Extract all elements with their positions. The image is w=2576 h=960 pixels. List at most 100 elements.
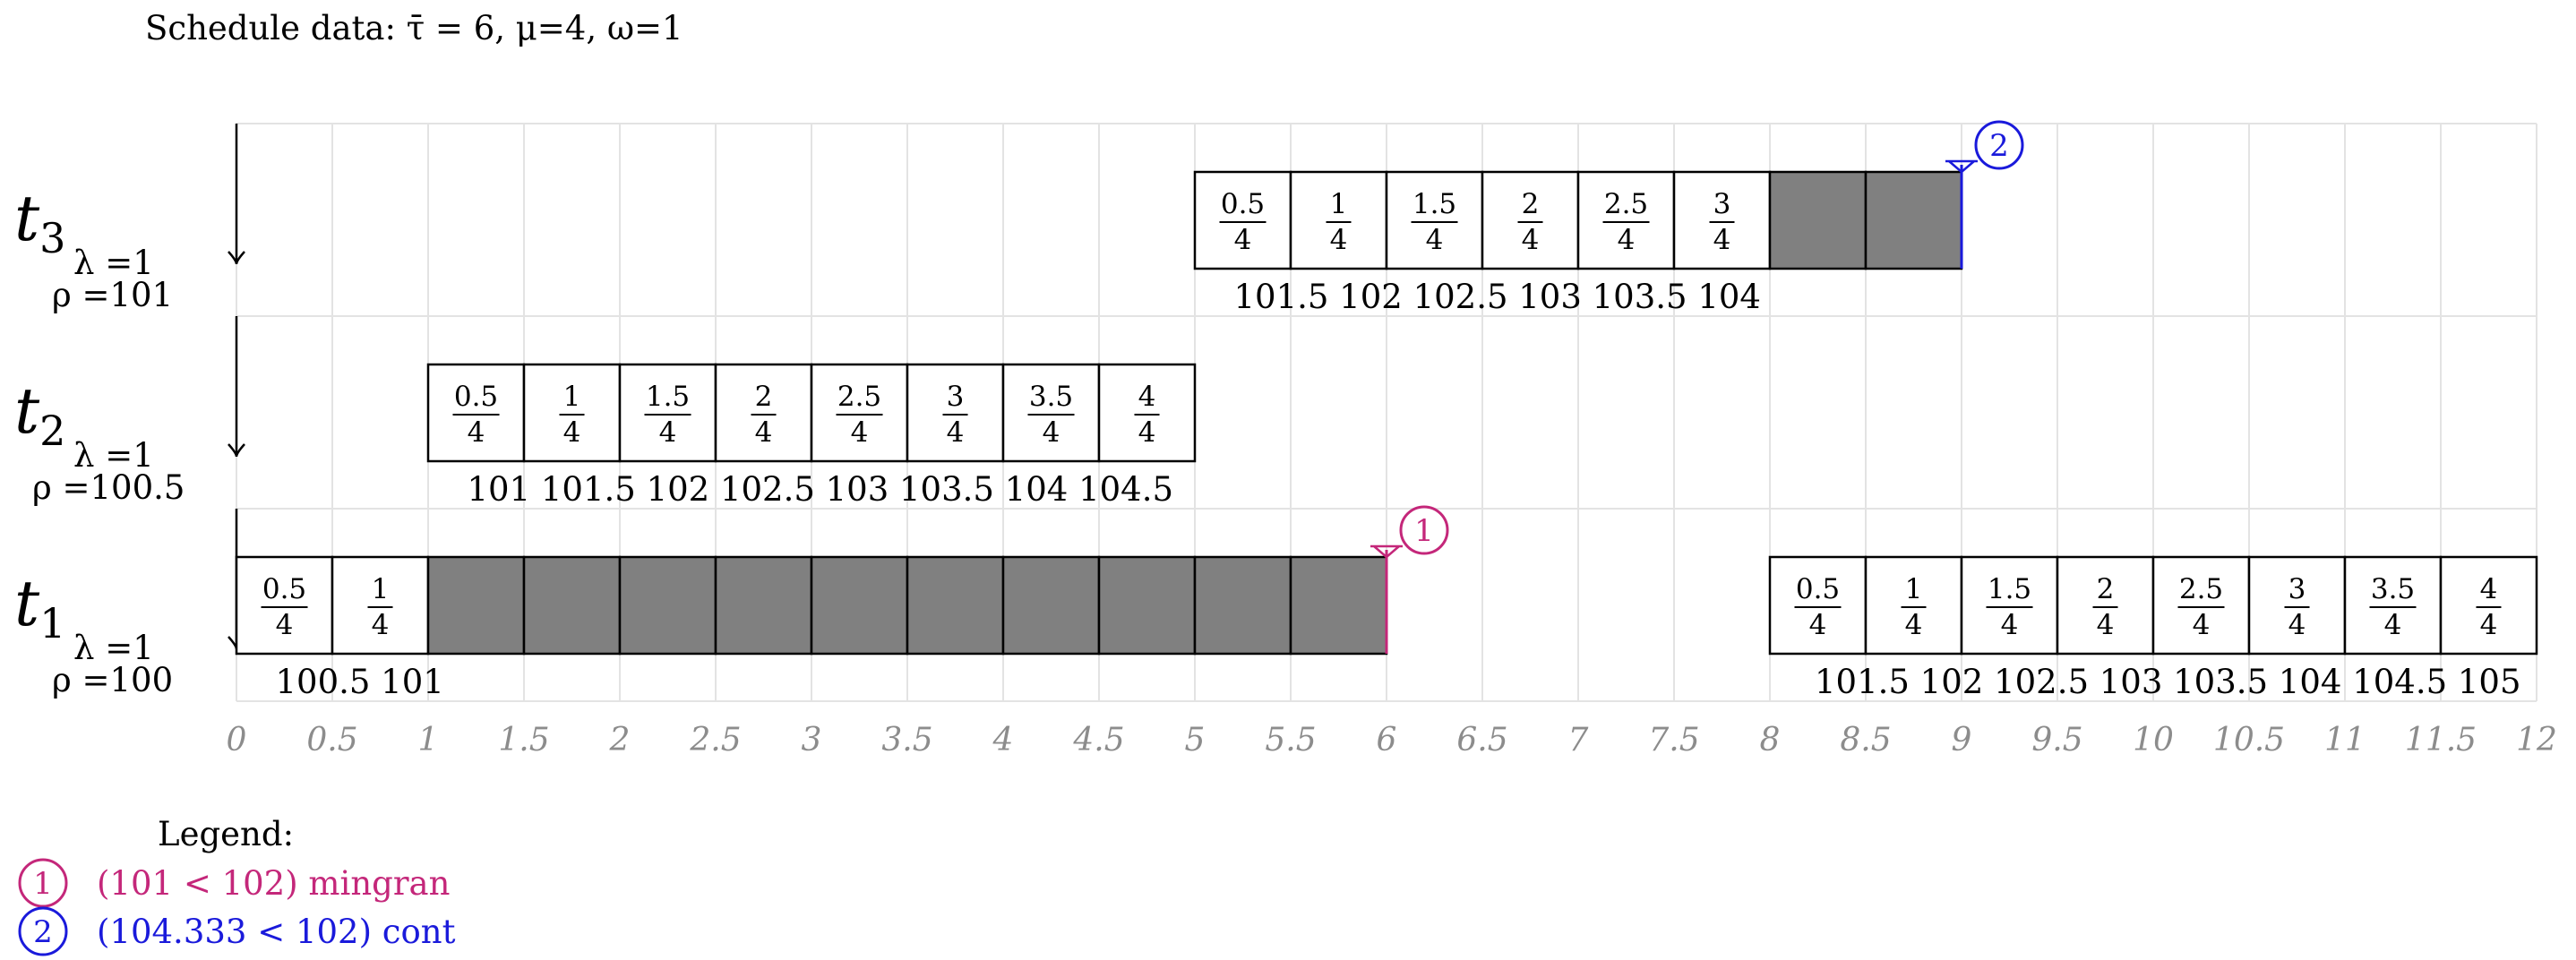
fraction-numerator: 1.5 — [1413, 188, 1456, 220]
x-tick-label: 7 — [1568, 722, 1589, 759]
legend-item-text: (101 < 102) mingran — [97, 864, 450, 903]
x-tick-label: 3.5 — [881, 722, 932, 759]
x-tick-label: 0.5 — [306, 722, 357, 759]
x-tick-label: 9.5 — [2031, 722, 2082, 759]
fraction-numerator: 3 — [947, 381, 965, 413]
idle-block — [1864, 170, 1963, 270]
legend: Legend: 1 (101 < 102) mingran 2 (104.333 < 1… — [18, 815, 456, 956]
fraction-numerator: 2 — [755, 381, 773, 413]
fraction-denominator: 4 — [1043, 416, 1060, 449]
x-tick-label: 8 — [1760, 722, 1781, 759]
fraction-denominator: 4 — [1234, 224, 1252, 256]
fraction-numerator: 2 — [2097, 573, 2115, 605]
x-tick-label: 4 — [992, 722, 1014, 759]
fraction-numerator: 1 — [563, 381, 581, 413]
x-tick-label: 5.5 — [1265, 722, 1316, 759]
idle-block — [1193, 555, 1292, 656]
completion-times-label: 100.5 101 — [276, 663, 444, 701]
x-tick-label: 11.5 — [2405, 722, 2477, 759]
fraction-numerator: 2.5 — [1604, 188, 1648, 220]
fraction-numerator: 0.5 — [262, 573, 306, 605]
idle-block — [426, 555, 526, 656]
fraction-numerator: 1 — [372, 573, 390, 605]
fraction-numerator: 1.5 — [1988, 573, 2031, 605]
task-row-t3: t3λ =1ρ =1010.54141.54242.5434101.5 102 … — [14, 120, 2024, 316]
fraction-denominator: 4 — [276, 609, 294, 641]
task-name: t1 — [14, 567, 65, 647]
completion-times-label: 101 101.5 102 102.5 103 103.5 104 104.5 — [468, 470, 1174, 509]
legend-item-text: (104.333 < 102) cont — [97, 913, 456, 951]
fraction-denominator: 4 — [1809, 609, 1827, 641]
idle-block — [1768, 170, 1868, 270]
fraction-denominator: 4 — [1618, 224, 1636, 256]
fraction-numerator: 3.5 — [2371, 573, 2415, 605]
x-tick-label: 7.5 — [1648, 722, 1699, 759]
fraction-numerator: 3 — [1713, 188, 1731, 220]
x-tick-label: 2 — [609, 722, 631, 759]
fraction-denominator: 4 — [1426, 224, 1444, 256]
fraction-denominator: 4 — [2384, 609, 2402, 641]
schedule-header: Schedule data: τ̄ = 6, μ=4, ω=1 — [145, 9, 683, 47]
fraction-denominator: 4 — [2480, 609, 2498, 641]
x-tick-label: 9 — [1952, 722, 1972, 759]
legend-circle-label: 2 — [33, 914, 53, 950]
idle-block — [1289, 555, 1388, 656]
idle-block — [618, 555, 717, 656]
fraction-denominator: 4 — [563, 416, 581, 449]
fraction-numerator: 3 — [2288, 573, 2306, 605]
fraction-denominator: 4 — [2001, 609, 2019, 641]
x-tick-label: 3 — [802, 722, 822, 759]
x-tick-label: 1.5 — [498, 722, 549, 759]
idle-block — [810, 555, 909, 656]
x-tick-label: 0 — [227, 722, 247, 759]
fraction-numerator: 2 — [1522, 188, 1540, 220]
task-rho: ρ =101 — [52, 276, 173, 314]
idle-block — [1001, 555, 1101, 656]
x-axis-ticks: 0 0.5 1 1.5 2 2.5 3 3.5 4 4.5 5 5.5 6 6.5 7 7.5 8 8.5 9 9.5… — [227, 722, 2557, 759]
fraction-numerator: 1 — [1330, 188, 1348, 220]
x-tick-label: 6 — [1377, 722, 1397, 759]
task-name: t3 — [14, 182, 65, 262]
fraction-denominator: 4 — [372, 609, 390, 641]
x-tick-label: 10 — [2133, 722, 2174, 759]
x-tick-label: 12 — [2516, 722, 2557, 759]
x-tick-label: 6.5 — [1456, 722, 1507, 759]
fraction-numerator: 1 — [1905, 573, 1923, 605]
x-tick-label: 10.5 — [2213, 722, 2285, 759]
marker-label: 2 — [1989, 128, 2009, 164]
rows: t3λ =1ρ =1010.54141.54242.5434101.5 102 … — [14, 120, 2538, 701]
task-row-t2: t2λ =1ρ =100.50.54141.54242.54343.544410… — [14, 316, 1197, 509]
fraction-numerator: 2.5 — [837, 381, 881, 413]
idle-block — [714, 555, 813, 656]
marker-label: 1 — [1414, 513, 1434, 549]
legend-title: Legend: — [158, 815, 294, 853]
fraction-denominator: 4 — [2288, 609, 2306, 641]
fraction-denominator: 4 — [1522, 224, 1540, 256]
x-tick-label: 5 — [1185, 722, 1206, 759]
x-tick-label: 1 — [418, 722, 439, 759]
task-rho: ρ =100.5 — [32, 468, 185, 507]
x-tick-label: 8.5 — [1840, 722, 1891, 759]
task-name: t2 — [14, 374, 65, 455]
fraction-denominator: 4 — [659, 416, 677, 449]
completion-times-label: 101.5 102 102.5 103 103.5 104 — [1234, 278, 1761, 316]
task-rho: ρ =100 — [52, 661, 173, 699]
idle-block — [1097, 555, 1197, 656]
fraction-numerator: 0.5 — [454, 381, 498, 413]
fraction-numerator: 0.5 — [1796, 573, 1840, 605]
schedule-diagram: Schedule data: τ̄ = 6, μ=4, ω=1 t3λ =1ρ … — [14, 9, 2557, 956]
fraction-numerator: 3.5 — [1029, 381, 1073, 413]
fraction-numerator: 4 — [1138, 381, 1156, 413]
legend-circle-label: 1 — [33, 866, 53, 902]
fraction-denominator: 4 — [1713, 224, 1731, 256]
completion-times-label: 101.5 102 102.5 103 103.5 104 104.5 105 — [1815, 663, 2521, 701]
fraction-numerator: 2.5 — [2179, 573, 2223, 605]
x-tick-label: 2.5 — [689, 722, 741, 759]
fraction-denominator: 4 — [947, 416, 965, 449]
x-tick-label: 4.5 — [1072, 722, 1124, 759]
fraction-denominator: 4 — [2193, 609, 2211, 641]
fraction-denominator: 4 — [851, 416, 869, 449]
fraction-numerator: 0.5 — [1221, 188, 1265, 220]
fraction-denominator: 4 — [468, 416, 485, 449]
idle-block — [906, 555, 1005, 656]
